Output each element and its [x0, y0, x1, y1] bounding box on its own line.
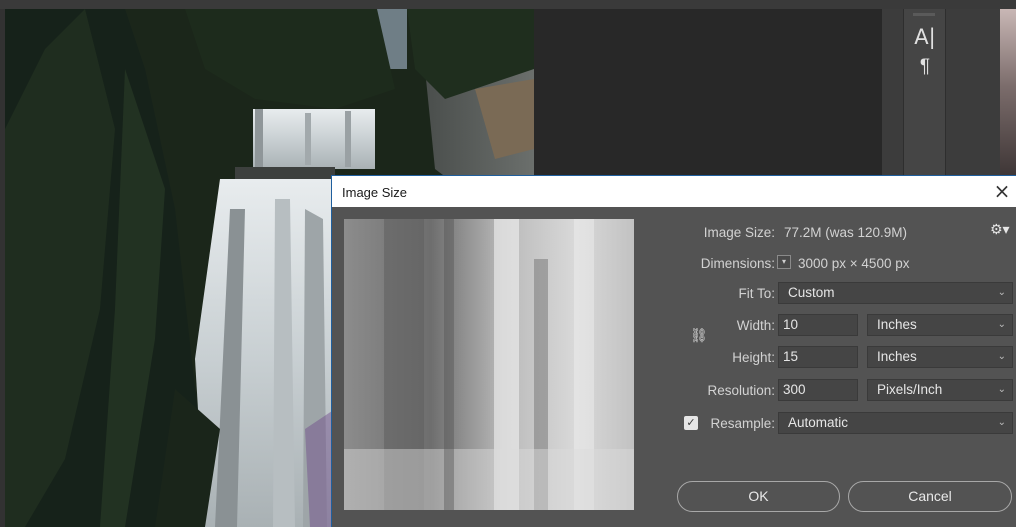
width-unit-value: Inches [877, 317, 917, 332]
resolution-value: 300 [783, 382, 806, 397]
resolution-label: Resolution: [707, 383, 775, 398]
chevron-down-icon: ⌄ [997, 384, 1006, 395]
fit-to-value: Custom [788, 285, 835, 300]
ok-button[interactable]: OK [677, 481, 840, 512]
image-size-label: Image Size: [703, 225, 775, 240]
width-unit-select[interactable]: Inches ⌄ [867, 314, 1013, 336]
preview-waterfall-image [344, 219, 634, 510]
chevron-down-icon: ⌄ [997, 417, 1006, 428]
resolution-input[interactable]: 300 [778, 379, 858, 401]
dialog-titlebar[interactable]: Image Size × [332, 176, 1016, 207]
character-icon: A| [914, 25, 936, 49]
panel-grip[interactable] [913, 13, 935, 16]
dimensions-units-dropdown[interactable]: ▾ [777, 255, 791, 269]
top-strip [0, 0, 1016, 9]
resample-checkbox[interactable]: ✓ [684, 416, 698, 430]
chevron-down-icon: ⌄ [997, 287, 1006, 298]
fit-to-select[interactable]: Custom ⌄ [778, 282, 1013, 304]
cancel-button[interactable]: Cancel [848, 481, 1012, 512]
close-icon[interactable]: × [990, 179, 1014, 203]
gear-icon[interactable]: ⚙▾ [990, 222, 1010, 238]
chain-link-icon[interactable]: ⛓ [690, 328, 708, 344]
height-label: Height: [732, 350, 775, 365]
resample-select[interactable]: Automatic ⌄ [778, 412, 1013, 434]
width-label: Width: [736, 318, 775, 333]
resample-label: Resample: [710, 416, 775, 431]
paragraph-panel-button[interactable]: ¶ [912, 54, 938, 80]
resample-value: Automatic [788, 415, 849, 430]
dimensions-value: 3000 px × 4500 px [798, 256, 910, 271]
fit-to-label: Fit To: [738, 286, 775, 301]
height-input[interactable]: 15 [778, 346, 858, 368]
height-unit-value: Inches [877, 349, 917, 364]
canvas-empty-area [534, 9, 882, 179]
height-value: 15 [783, 349, 799, 364]
width-input[interactable]: 10 [778, 314, 858, 336]
width-value: 10 [783, 317, 799, 332]
image-preview[interactable] [344, 219, 634, 510]
chevron-down-icon: ⌄ [997, 319, 1006, 330]
color-swatch-gradient[interactable] [1000, 9, 1016, 179]
dimensions-label: Dimensions: [700, 256, 775, 271]
character-panel-button[interactable]: A| [912, 24, 938, 50]
resolution-unit-select[interactable]: Pixels/Inch ⌄ [867, 379, 1013, 401]
height-unit-select[interactable]: Inches ⌄ [867, 346, 1013, 368]
resolution-unit-value: Pixels/Inch [877, 382, 943, 397]
image-size-value: 77.2M (was 120.9M) [784, 225, 908, 240]
paragraph-icon: ¶ [919, 56, 931, 77]
dialog-title: Image Size [342, 185, 408, 200]
image-size-dialog: Image Size × Image Size: 77.2M (was 120.… [331, 175, 1016, 527]
chevron-down-icon: ⌄ [997, 351, 1006, 362]
